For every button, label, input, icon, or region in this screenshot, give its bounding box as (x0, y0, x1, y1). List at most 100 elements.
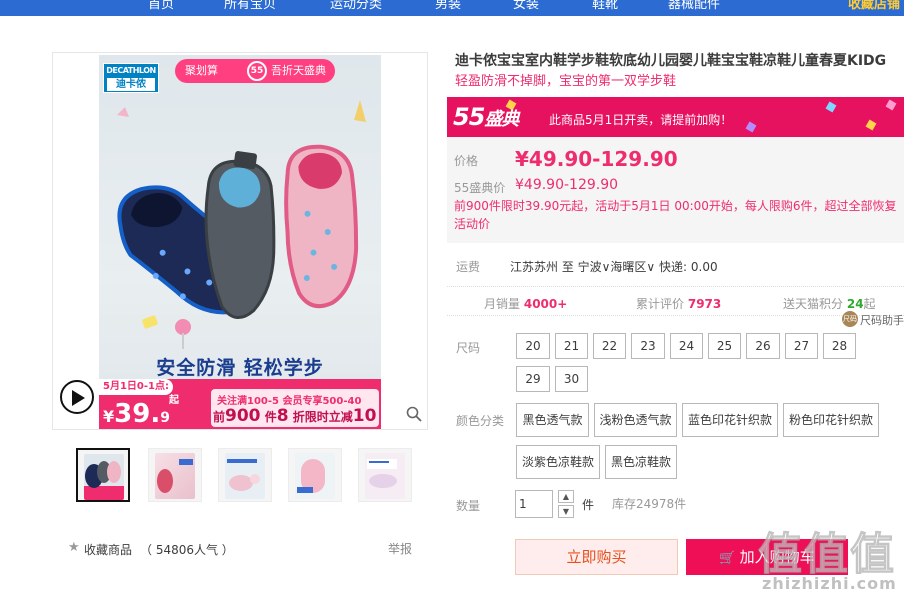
report-link[interactable]: 举报 (388, 540, 412, 557)
size-option-24[interactable]: 24 (670, 333, 703, 359)
review-label: 累计评价 (636, 297, 685, 311)
nav-item-equipment[interactable]: 器械配件 (668, 0, 720, 12)
favorite-product-link[interactable]: 收藏商品 (84, 541, 132, 558)
favorite-row: ★ 收藏商品 （ 54806人气 ） 举报 (68, 540, 418, 558)
stock-count: 库存24978件 (612, 497, 687, 511)
55-festival-logo: 55盛典 (453, 103, 519, 131)
image-price-dec: 9 (160, 410, 170, 426)
image-discount-count: 900 (225, 406, 261, 426)
nav-item-sports[interactable]: 运动分类 (330, 0, 382, 12)
color-option-black-sandal[interactable]: 黑色凉鞋款 (605, 445, 677, 479)
price-box: 价格 ¥49.90-129.90 55盛典价 ¥49.90-129.90 前90… (447, 137, 904, 243)
size-option-20[interactable]: 20 (516, 333, 550, 359)
top-navigation: 首页 所有宝贝 运动分类 男装 女装 鞋靴 器械配件 收藏店铺 (0, 0, 904, 16)
image-discount-line1: 关注满100-5 会员专享500-40 (217, 396, 362, 407)
color-option-light-pink-breathable[interactable]: 浅粉色透气款 (594, 403, 677, 437)
shoes-illustration (117, 100, 366, 349)
tmall-points: 送天猫积分 24起 (783, 295, 876, 312)
image-price-yen: ¥ (103, 407, 115, 426)
size-assistant-label: 尺码助手 (860, 314, 904, 327)
thumbnail-3[interactable] (218, 448, 272, 502)
thumbnail-4[interactable] (288, 448, 342, 502)
size-label: 尺码 (456, 341, 481, 355)
promo-band-55: 55盛典 此商品5月1日开卖，请提前加购！ (447, 97, 904, 137)
play-video-button[interactable] (60, 380, 94, 414)
image-discount-text: 折限时立减 (288, 410, 353, 424)
review-value: 7973 (687, 297, 722, 311)
image-discount-unit: 件 (260, 410, 277, 424)
color-label: 颜色分类 (456, 414, 505, 428)
quantity-unit: 件 (582, 498, 595, 512)
points-suffix: 起 (863, 297, 876, 311)
nav-item-women[interactable]: 女装 (513, 0, 539, 12)
buy-now-button[interactable]: 立即购买 (515, 539, 678, 575)
site-watermark: 值值值 zhizhizhi.com (758, 518, 904, 602)
shipping-label: 运费 (456, 260, 481, 274)
magnify-icon[interactable] (406, 406, 422, 422)
size-assistant-icon: 尺码 (842, 311, 858, 327)
nav-item-men[interactable]: 男装 (435, 0, 461, 12)
star-icon[interactable]: ★ (68, 540, 80, 555)
image-slogan: 安全防滑 轻松学步 (156, 357, 324, 379)
cart-icon: 🛒 (719, 551, 736, 566)
quantity-input[interactable]: 1 (515, 490, 553, 518)
thumbnail-1[interactable] (76, 448, 130, 502)
watermark-logo: 值值值 (758, 529, 896, 581)
festival-logo-text: 盛典 (484, 109, 519, 130)
size-option-28[interactable]: 28 (823, 333, 856, 359)
size-option-22[interactable]: 22 (593, 333, 626, 359)
image-discount-amount: 10 (352, 406, 377, 426)
nav-item-home[interactable]: 首页 (148, 0, 174, 12)
points-value: 24 (846, 297, 864, 311)
size-option-26[interactable]: 26 (746, 333, 780, 359)
nav-item-shoes[interactable]: 鞋靴 (592, 0, 618, 12)
play-icon (72, 390, 85, 406)
size-option-30[interactable]: 30 (555, 366, 588, 392)
quantity-label: 数量 (456, 499, 481, 513)
image-discount-rate: 8 (276, 406, 289, 426)
promo-band-text: 此商品5月1日开卖，请提前加购！ (549, 113, 733, 127)
price-label: 价格 (454, 154, 479, 168)
monthly-sales-label: 月销量 (484, 297, 521, 311)
price-value: ¥49.90-129.90 (515, 147, 678, 171)
color-option-lavender-sandal[interactable]: 淡紫色凉鞋款 (516, 445, 600, 479)
price-activity-note: 前900件限时39.90元起，活动于5月1日 00:00开始，每人限购6件，超过… (454, 199, 897, 231)
color-option-blue-print-knit[interactable]: 蓝色印花针织款 (682, 403, 778, 437)
festival-logo-number: 55 (453, 103, 485, 131)
shipping-row: 运费 江苏苏州 至 宁波∨海曙区∨ 快递: 0.00 (447, 256, 904, 276)
points-label: 送天猫积分 (783, 297, 844, 311)
thumbnail-2[interactable] (148, 448, 202, 502)
favorite-shop-link[interactable]: 收藏店铺 (848, 0, 900, 12)
product-title: 迪卡侬宝宝室内鞋学步鞋软底幼儿园婴儿鞋宝宝鞋凉鞋儿童春夏KIDG (455, 53, 887, 69)
thumbnail-5[interactable] (358, 448, 412, 502)
quantity-decrease-button[interactable]: ▼ (558, 505, 574, 518)
review-count[interactable]: 累计评价 7973 (636, 295, 721, 312)
size-option-27[interactable]: 27 (785, 333, 818, 359)
monthly-sales-value: 4000+ (523, 297, 568, 311)
image-discount-box: 关注满100-5 会员专享500-40 前900 件8 折限时立减10 (211, 389, 379, 427)
image-date-badge: 5月1日0-1点: (99, 379, 173, 395)
event-price-value: ¥49.90-129.90 (515, 177, 619, 193)
quantity-increase-button[interactable]: ▲ (558, 490, 574, 503)
event-price-label: 55盛典价 (454, 181, 506, 195)
shipping-route-selector[interactable]: 江苏苏州 至 宁波∨海曙区∨ 快递: 0.00 (510, 258, 718, 275)
image-discount-prefix: 前 (213, 410, 226, 424)
product-gallery: DECATHLON 迪卡侬 聚划算 55 吾折天盛典 安全防滑 轻松学步 5月1… (52, 52, 428, 430)
size-option-23[interactable]: 23 (631, 333, 665, 359)
monthly-sales: 月销量 4000+ (484, 295, 567, 312)
image-price-int: 39. (114, 399, 161, 429)
nav-item-all-products[interactable]: 所有宝贝 (224, 0, 276, 12)
color-option-pink-print-knit[interactable]: 粉色印花针织款 (783, 403, 879, 437)
size-option-25[interactable]: 25 (708, 333, 741, 359)
product-subtitle: 轻盈防滑不掉脚，宝宝的第一双学步鞋 (455, 74, 677, 89)
watermark-url: zhizhizhi.com (762, 574, 897, 593)
image-qi-label: 起 (169, 395, 179, 406)
image-discount-line2: 前900 件8 折限时立减10 (213, 406, 376, 426)
thumbnail-strip (76, 448, 416, 504)
color-option-black-breathable[interactable]: 黑色透气款 (516, 403, 589, 437)
image-big-price: ¥39.9 (103, 399, 170, 429)
size-option-29[interactable]: 29 (516, 366, 550, 392)
size-option-21[interactable]: 21 (555, 333, 588, 359)
popularity-count: （ 54806人气 ） (140, 543, 234, 557)
main-product-image[interactable]: DECATHLON 迪卡侬 聚划算 55 吾折天盛典 安全防滑 轻松学步 5月1… (99, 55, 381, 429)
